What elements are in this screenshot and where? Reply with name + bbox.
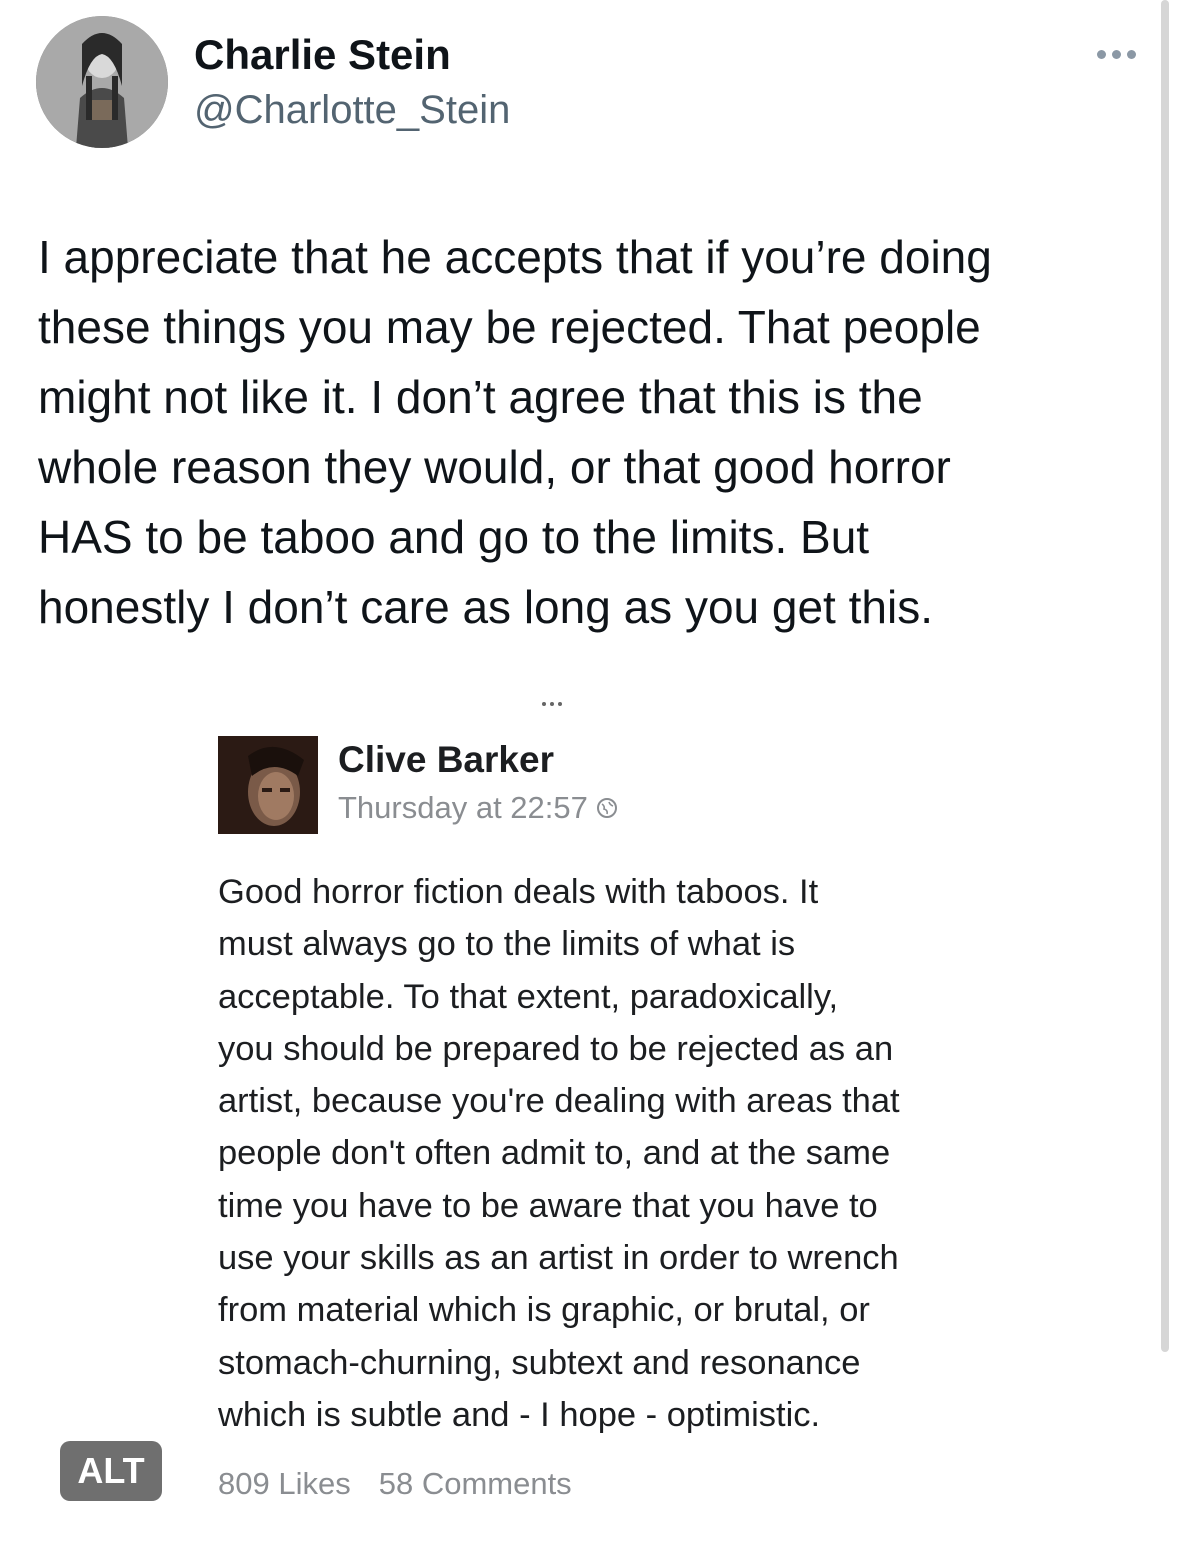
tweet-text-line: whole reason they would, or that good ho… xyxy=(38,441,951,493)
ellipsis-dot xyxy=(1111,49,1121,59)
scrollbar[interactable] xyxy=(1161,0,1169,1352)
tweet-text-line: might not like it. I don’t agree that th… xyxy=(38,371,923,423)
embedded-body-line: from material which is graphic, or bruta… xyxy=(218,1291,870,1330)
embedded-body-line: which is subtle and - I hope - optimisti… xyxy=(218,1395,821,1434)
cropped-ellipsis-icon xyxy=(532,702,572,710)
embedded-body-line: acceptable. To that extent, paradoxicall… xyxy=(218,977,839,1016)
author-display-name[interactable]: Charlie Stein xyxy=(194,32,451,78)
embedded-author-name: Clive Barker xyxy=(338,739,554,780)
embedded-timestamp-row: Thursday at 22:57 xyxy=(338,788,618,828)
portrait-image xyxy=(218,736,318,834)
embedded-body-line: artist, because you're dealing with area… xyxy=(218,1082,900,1121)
tweet-text-line: honestly I don’t care as long as you get… xyxy=(38,581,933,633)
comments-count: 58 Comments xyxy=(378,1466,572,1501)
author-avatar[interactable] xyxy=(36,16,168,148)
tweet-text-line: these things you may be rejected. That p… xyxy=(38,301,981,353)
author-handle[interactable]: @Charlotte_Stein xyxy=(194,88,510,132)
tweet-text: I appreciate that he accepts that if you… xyxy=(38,222,1138,642)
embedded-body-line: time you have to be aware that you have … xyxy=(218,1186,878,1225)
attached-image[interactable]: Clive Barker Thursday at 22:57 Good horr… xyxy=(192,680,1062,1530)
more-options-button[interactable] xyxy=(1088,40,1144,68)
ellipsis-dot xyxy=(1126,49,1136,59)
embedded-post-stats: 809 Likes 58 Comments xyxy=(218,1466,572,1502)
embedded-timestamp: Thursday at 22:57 xyxy=(338,790,588,825)
embedded-body-line: people don't often admit to, and at the … xyxy=(218,1134,891,1173)
globe-icon xyxy=(596,798,617,818)
embedded-body-line: use your skills as an artist in order to… xyxy=(218,1239,899,1278)
likes-count: 809 Likes xyxy=(218,1466,351,1501)
alt-text-button[interactable]: ALT xyxy=(60,1441,162,1501)
embedded-body-line: must always go to the limits of what is xyxy=(218,925,796,964)
embedded-author-avatar xyxy=(218,736,318,834)
embedded-body-line: you should be prepared to be rejected as… xyxy=(218,1029,894,1068)
embedded-body-line: Good horror fiction deals with taboos. I… xyxy=(218,873,819,911)
tweet-text-line: HAS to be taboo and go to the limits. Bu… xyxy=(38,511,870,563)
embedded-body-line: stomach-churning, subtext and resonance xyxy=(218,1343,861,1382)
tweet-text-line: I appreciate that he accepts that if you… xyxy=(38,231,992,283)
embedded-post-body: Good horror fiction deals with taboos. I… xyxy=(218,866,1048,1441)
ellipsis-horizontal-icon xyxy=(1096,49,1106,59)
avatar-portrait-image xyxy=(36,16,168,148)
